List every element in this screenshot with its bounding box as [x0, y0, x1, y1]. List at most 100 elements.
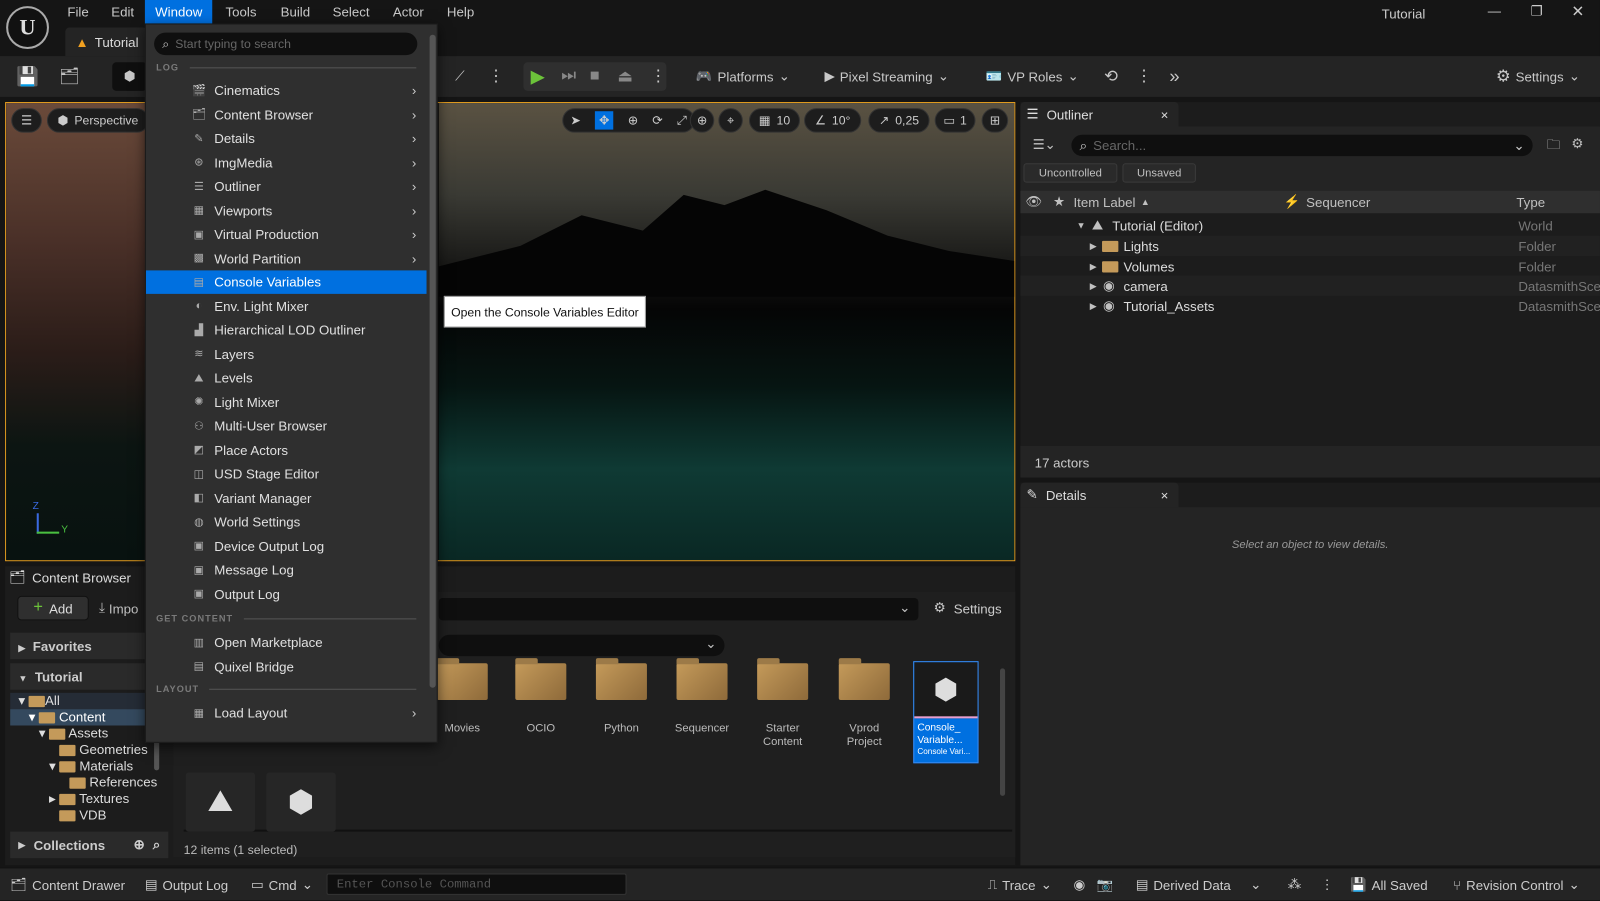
vp-roles-button[interactable]: 🪪 VP Roles ⌄ [986, 56, 1079, 97]
menu-item-output-log[interactable]: ▣ Output Log [146, 582, 427, 605]
outliner-row[interactable]: ▶ ◉ Tutorial_Assets DatasmithSce [1020, 296, 1600, 316]
menu-tools[interactable]: Tools [215, 0, 266, 23]
column-item-label[interactable]: Item Label [1073, 194, 1135, 209]
perspective-button[interactable]: ⬢ Perspective [46, 108, 149, 133]
outliner-row[interactable]: ▶ Lights Folder [1020, 235, 1600, 257]
cmd-dropdown[interactable]: ▭ Cmd ⌄ [251, 868, 313, 901]
menu-edit[interactable]: Edit [101, 0, 144, 23]
folder-tile[interactable]: Python [585, 658, 658, 735]
menu-item-variant-manager[interactable]: ◧ Variant Manager [146, 486, 427, 509]
menu-item-details[interactable]: ✎ Details › [146, 127, 427, 150]
more-icon[interactable]: ⋮ [1136, 56, 1152, 97]
cb-settings-button[interactable]: ⚙ Settings [934, 600, 1002, 616]
expand-icon[interactable]: ▶ [1090, 280, 1097, 291]
layout-icon[interactable]: ⊞ [981, 108, 1009, 133]
stop-button[interactable]: ■ [590, 56, 600, 97]
surface-snap-icon[interactable]: ⌖ [718, 108, 743, 133]
uncontrolled-filter[interactable]: Uncontrolled [1023, 163, 1118, 183]
menu-item-multi-user-browser[interactable]: ⚇ Multi-User Browser [146, 414, 427, 437]
menu-item-cinematics[interactable]: 🎬 Cinematics › [146, 79, 427, 102]
close-icon[interactable]: × [1161, 107, 1169, 122]
minimize-button[interactable]: — [1488, 3, 1501, 18]
scale-icon[interactable]: ⤢ [677, 113, 687, 128]
tree-item[interactable]: Geometries [10, 742, 163, 758]
platforms-button[interactable]: 🎮 Platforms ⌄ [696, 56, 790, 97]
play-options-icon[interactable]: ⋮ [650, 56, 666, 97]
menu-item-light-mixer[interactable]: ✺ Light Mixer [146, 390, 427, 413]
output-log-button[interactable]: ▤ Output Log [145, 868, 228, 901]
gear-icon[interactable]: ⚙ [1571, 136, 1583, 152]
console-command-input[interactable]: Enter Console Command [326, 873, 627, 895]
eye-icon[interactable]: 👁 [1026, 194, 1043, 210]
expand-icon[interactable]: ▶ [1090, 240, 1097, 251]
menu-item-open-marketplace[interactable]: ▥ Open Marketplace [146, 631, 427, 654]
select-icon[interactable]: ➤ [570, 113, 580, 127]
expand-icon[interactable]: ▶ [1090, 301, 1097, 312]
collapse-icon[interactable]: ▼ [1077, 220, 1086, 230]
vr-icon[interactable]: ⟋ [455, 56, 464, 97]
tree-item[interactable]: ▾ All [10, 692, 164, 710]
outliner-search-input[interactable]: ⌕ Search... ⌄ [1071, 134, 1533, 157]
trace-button[interactable]: ⎍ Trace ⌄ [988, 868, 1052, 901]
menu-file[interactable]: File [57, 0, 99, 23]
record-icon[interactable]: ◉ [1073, 868, 1085, 901]
rotate-icon[interactable]: ⊕ [628, 113, 638, 127]
close-icon[interactable]: × [1161, 487, 1169, 502]
menu-scrollbar[interactable] [429, 34, 436, 688]
column-sequencer[interactable]: Sequencer [1306, 194, 1370, 209]
scale-snap-button[interactable]: ↗ 0,25 [868, 108, 930, 133]
play-button[interactable]: ▶ [531, 56, 545, 97]
tree-item[interactable]: ▾ Materials [10, 758, 163, 774]
asset-thumbnail[interactable]: ⬢ [266, 772, 336, 832]
content-browser-tab[interactable]: 🗂 Content Browser [9, 569, 131, 585]
expand-toolbar-icon[interactable]: » [1169, 56, 1179, 97]
grid-snap-button[interactable]: ▦ 10 [748, 108, 800, 133]
menu-item-outliner[interactable]: ☰ Outliner › [146, 174, 427, 197]
menu-item-console-variables[interactable]: ▤ Console Variables [145, 270, 427, 294]
tree-item[interactable]: VDB [10, 807, 163, 823]
camera-speed-button[interactable]: ▭ 1 [934, 108, 976, 133]
star-icon[interactable]: ★ [1053, 194, 1065, 210]
expand-icon[interactable]: ▶ [1090, 261, 1097, 272]
menu-select[interactable]: Select [322, 0, 379, 23]
menu-item-world-settings[interactable]: ◍ World Settings [146, 510, 427, 533]
column-type[interactable]: Type [1516, 194, 1545, 209]
outliner-row[interactable]: ▶ ◉ camera DatasmithSce [1020, 275, 1600, 296]
all-saved-button[interactable]: 💾 All Saved [1350, 868, 1428, 901]
menu-help[interactable]: Help [437, 0, 485, 23]
add-folder-icon[interactable]: 🗀 [1547, 136, 1560, 158]
unreal-logo[interactable]: U [6, 6, 49, 49]
search-icon[interactable]: ⌕ [153, 837, 160, 853]
outliner-row[interactable]: ▼ ⛰ Tutorial (Editor) World [1020, 215, 1600, 235]
folder-tile[interactable]: OCIO [504, 658, 577, 735]
pixel-streaming-button[interactable]: ▶ Pixel Streaming ⌄ [824, 56, 948, 97]
restore-button[interactable]: ❐ [1531, 3, 1543, 19]
close-button[interactable]: ✕ [1571, 2, 1584, 20]
menu-actor[interactable]: Actor [383, 0, 434, 23]
outliner-row[interactable]: ▶ Volumes Folder [1020, 256, 1600, 276]
menu-search-input[interactable]: ⌕ Start typing to search [154, 32, 418, 56]
refresh-icon[interactable]: ⟳ [652, 113, 662, 127]
menu-window[interactable]: Window [144, 0, 213, 24]
tree-item[interactable]: ▾ Content [10, 709, 164, 726]
browse-icon[interactable]: 🗂 [59, 56, 80, 97]
eject-button[interactable]: ⏏ [617, 56, 632, 97]
folder-tile[interactable]: Starter Content [746, 658, 819, 749]
menu-item-content-browser[interactable]: 🗂 Content Browser › [146, 103, 427, 126]
outliner-tab[interactable]: ☰ Outliner × [1020, 102, 1179, 127]
level-tab[interactable]: ▲ Tutorial [65, 27, 147, 57]
menu-item-env-light-mixer[interactable]: ◐ Env. Light Mixer [146, 294, 427, 317]
menu-item-hierarchical-lod-outliner[interactable]: ▟ Hierarchical LOD Outliner [146, 318, 427, 341]
add-button[interactable]: + Add [17, 595, 89, 621]
step-button[interactable]: ⏭ [561, 56, 576, 97]
unsaved-filter[interactable]: Unsaved [1122, 163, 1196, 183]
details-tab[interactable]: ✎ Details × [1020, 482, 1179, 508]
add-collection-icon[interactable]: ⊕ [133, 837, 144, 853]
import-button[interactable]: ⤓ Impo [99, 600, 138, 616]
viewport-menu-button[interactable]: ☰ [11, 108, 42, 133]
settings-button[interactable]: ⚙ Settings ⌄ [1496, 56, 1580, 97]
tree-item[interactable]: ▸ Textures [10, 791, 163, 807]
menu-item-world-partition[interactable]: ▩ World Partition › [146, 246, 427, 269]
menu-item-imgmedia[interactable]: ⊛ ImgMedia › [146, 151, 427, 174]
menu-item-viewports[interactable]: ▦ Viewports › [146, 198, 427, 221]
